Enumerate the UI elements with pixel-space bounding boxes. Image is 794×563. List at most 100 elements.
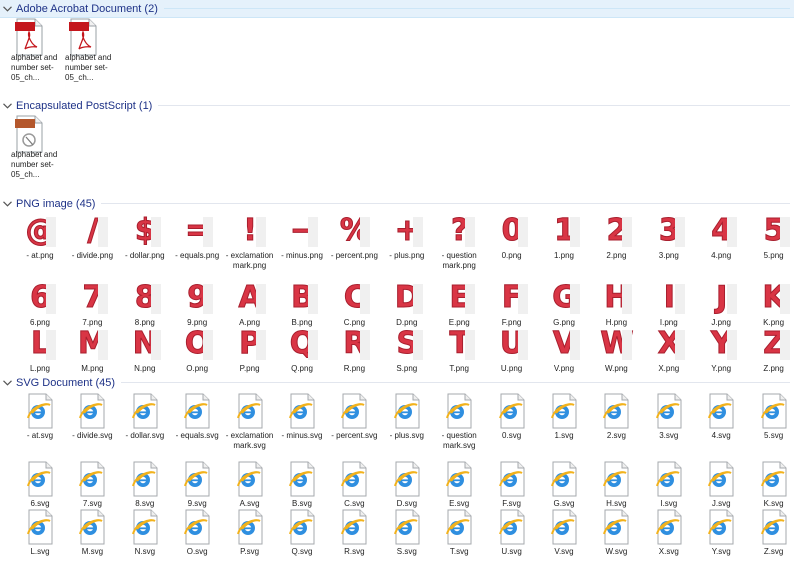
file-name-label: T.png bbox=[449, 364, 469, 373]
png-thumbnail-icon: R bbox=[328, 325, 380, 363]
group-title: Encapsulated PostScript (1) bbox=[16, 99, 153, 112]
png-thumbnail-icon: % bbox=[328, 212, 380, 250]
file-name-label: - percent.svg bbox=[331, 431, 378, 440]
file-name-label: O.png bbox=[186, 364, 209, 373]
internet-explorer-file-icon bbox=[224, 392, 276, 430]
png-thumbnail-icon: P bbox=[224, 325, 276, 363]
png-thumbnail-icon: M bbox=[66, 325, 118, 363]
file-name-label: 0.svg bbox=[502, 431, 522, 440]
internet-explorer-file-icon bbox=[276, 460, 328, 498]
png-thumbnail-icon: 1 bbox=[538, 212, 590, 250]
internet-explorer-file-icon bbox=[695, 508, 747, 546]
file-name-label: 3.png bbox=[658, 251, 679, 260]
file-name-label: R.svg bbox=[344, 547, 365, 556]
file-name-label: - divide.png bbox=[71, 251, 114, 260]
chevron-down-icon[interactable] bbox=[1, 377, 13, 389]
png-thumbnail-icon: W bbox=[590, 325, 642, 363]
file-name-label: N.png bbox=[134, 364, 156, 373]
file-name-label: 4.svg bbox=[711, 431, 731, 440]
png-thumbnail-icon: J bbox=[695, 279, 747, 317]
png-thumbnail-icon: − bbox=[276, 212, 328, 250]
internet-explorer-file-icon bbox=[486, 460, 538, 498]
internet-explorer-file-icon bbox=[433, 392, 485, 430]
file-name-label: S.svg bbox=[396, 547, 417, 556]
group-divider bbox=[163, 8, 790, 9]
internet-explorer-file-icon bbox=[14, 460, 66, 498]
internet-explorer-file-icon bbox=[171, 508, 223, 546]
internet-explorer-file-icon bbox=[171, 392, 223, 430]
png-thumbnail-icon: 3 bbox=[643, 212, 695, 250]
file-name-label: V.svg bbox=[554, 547, 574, 556]
file-name-label: 4.png bbox=[711, 251, 732, 260]
file-name-label: - at.svg bbox=[26, 431, 54, 440]
internet-explorer-file-icon bbox=[381, 508, 433, 546]
internet-explorer-file-icon bbox=[590, 392, 642, 430]
png-thumbnail-icon: 5 bbox=[748, 212, 794, 250]
group-divider bbox=[121, 382, 790, 383]
file-name-label: Q.png bbox=[291, 364, 313, 373]
file-name-label: - at.png bbox=[26, 251, 54, 260]
group-divider bbox=[158, 105, 790, 106]
group-header-eps[interactable]: Encapsulated PostScript (1) bbox=[0, 97, 794, 114]
png-thumbnail-icon: U bbox=[486, 325, 538, 363]
internet-explorer-file-icon bbox=[66, 460, 118, 498]
internet-explorer-file-icon bbox=[433, 508, 485, 546]
glyph-thumbnail: ! bbox=[243, 213, 258, 248]
file-name-label: - question mark.png bbox=[441, 251, 477, 270]
internet-explorer-file-icon bbox=[171, 460, 223, 498]
file-name-label: V.png bbox=[553, 364, 575, 373]
eps-file-icon bbox=[10, 115, 66, 153]
file-name-label: - equals.svg bbox=[175, 431, 219, 440]
internet-explorer-file-icon bbox=[119, 508, 171, 546]
file-name-label: Z.png bbox=[763, 364, 784, 373]
png-thumbnail-icon: L bbox=[14, 325, 66, 363]
file-name-label: - percent.png bbox=[330, 251, 378, 260]
internet-explorer-file-icon bbox=[224, 460, 276, 498]
file-name-label: W.png bbox=[605, 364, 628, 373]
png-thumbnail-icon: 0 bbox=[486, 212, 538, 250]
internet-explorer-file-icon bbox=[486, 392, 538, 430]
file-name-label: M.svg bbox=[81, 547, 104, 556]
internet-explorer-file-icon bbox=[590, 508, 642, 546]
internet-explorer-file-icon bbox=[538, 392, 590, 430]
internet-explorer-file-icon bbox=[433, 460, 485, 498]
file-name-label: - exclamation mark.svg bbox=[225, 431, 274, 450]
file-name-label: - exclamation mark.png bbox=[225, 251, 274, 270]
group-header-png[interactable]: PNG image (45) bbox=[0, 195, 794, 212]
file-name-label: 0.png bbox=[501, 251, 522, 260]
file-name-label: M.png bbox=[81, 364, 104, 373]
png-thumbnail-icon: / bbox=[66, 212, 118, 250]
chevron-down-icon[interactable] bbox=[1, 198, 13, 210]
chevron-down-icon[interactable] bbox=[1, 100, 13, 112]
internet-explorer-file-icon bbox=[328, 508, 380, 546]
internet-explorer-file-icon bbox=[643, 508, 695, 546]
file-name-label: - dollar.png bbox=[125, 251, 165, 260]
group-title: Adobe Acrobat Document (2) bbox=[16, 2, 158, 15]
png-thumbnail-icon: B bbox=[276, 279, 328, 317]
internet-explorer-file-icon bbox=[276, 392, 328, 430]
png-thumbnail-icon: G bbox=[538, 279, 590, 317]
pdf-file-icon bbox=[64, 18, 120, 56]
file-name-label: 3.svg bbox=[659, 431, 679, 440]
group-divider bbox=[101, 203, 790, 204]
png-thumbnail-icon: ? bbox=[433, 212, 485, 250]
pdf-file-icon bbox=[10, 18, 66, 56]
file-name-label: U.svg bbox=[501, 547, 522, 556]
file-name-label: P.svg bbox=[240, 547, 260, 556]
group-header-pdf[interactable]: Adobe Acrobat Document (2) bbox=[0, 0, 794, 18]
png-thumbnail-icon: H bbox=[590, 279, 642, 317]
png-thumbnail-icon: I bbox=[643, 279, 695, 317]
file-name-label: W.svg bbox=[605, 547, 628, 556]
group-header-svg[interactable]: SVG Document (45) bbox=[0, 374, 794, 391]
png-thumbnail-icon: S bbox=[381, 325, 433, 363]
file-name-label: X.png bbox=[658, 364, 680, 373]
internet-explorer-file-icon bbox=[328, 460, 380, 498]
png-thumbnail-icon: X bbox=[643, 325, 695, 363]
file-name-label: Y.svg bbox=[711, 547, 731, 556]
chevron-down-icon[interactable] bbox=[1, 3, 13, 15]
png-thumbnail-icon: Y bbox=[695, 325, 747, 363]
file-name-label: L.svg bbox=[30, 547, 50, 556]
file-name-label: - plus.svg bbox=[389, 431, 424, 440]
png-thumbnail-icon: 2 bbox=[590, 212, 642, 250]
png-thumbnail-icon: V bbox=[538, 325, 590, 363]
